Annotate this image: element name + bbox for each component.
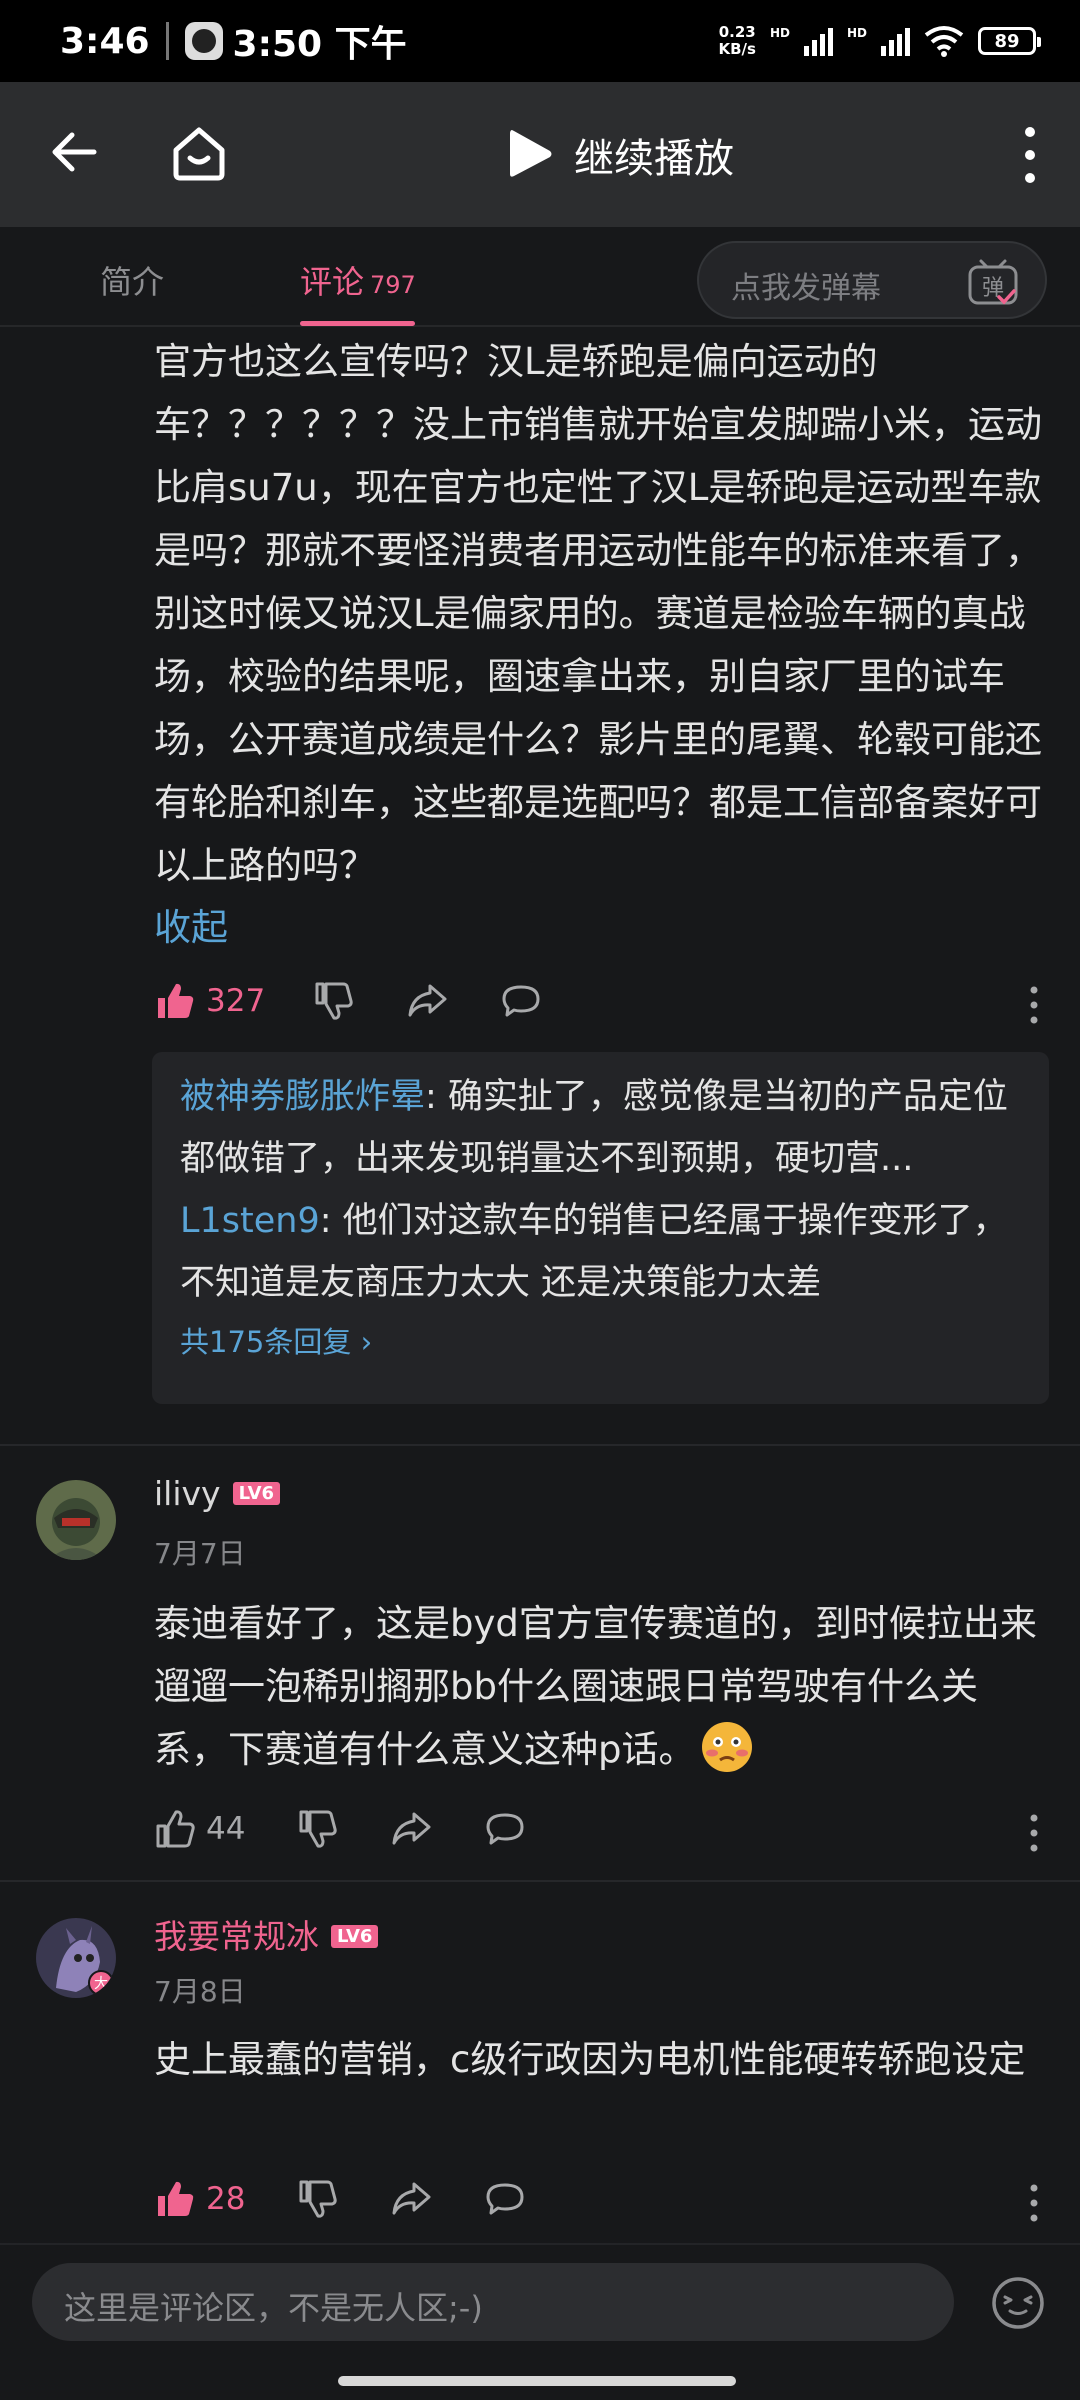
status-bar: 3:46 3:50 下午 0.23 KB/s HD HD 89 xyxy=(0,0,1080,82)
divider xyxy=(0,1880,1080,1882)
reply-button[interactable] xyxy=(484,1808,526,1850)
back-arrow-icon[interactable] xyxy=(44,122,104,182)
header-bar: 继续播放 xyxy=(0,82,1080,227)
share-icon xyxy=(408,984,447,1017)
reply-preview-box[interactable]: 被神券膨胀炸晕: 确实扯了，感觉像是当初的产品定位都做错了，出来发现销量达不到预… xyxy=(152,1052,1049,1404)
username-text: 我要常规冰 xyxy=(154,1917,319,1956)
comment-actions: 327 xyxy=(154,980,1044,1030)
reply-item[interactable]: L1sten9: 他们对这款车的销售已经属于操作变形了，不知道是友商压力太大 还… xyxy=(180,1190,1021,1314)
tab-intro[interactable]: 简介 xyxy=(100,257,164,303)
hd-icon: HD xyxy=(769,26,790,40)
share-icon xyxy=(392,1812,431,1845)
comment-bubble-icon xyxy=(502,985,540,1017)
status-indicators: 0.23 KB/s HD HD 89 xyxy=(719,24,1041,58)
thumbs-up-icon xyxy=(158,983,194,1018)
comment-username[interactable]: ilivy LV6 xyxy=(154,1474,281,1513)
comment-actions: 44 xyxy=(154,1808,1044,1858)
thumbs-down-icon xyxy=(299,2180,337,2218)
like-count: 327 xyxy=(206,983,266,1019)
thumbs-up-icon xyxy=(156,1810,195,1848)
home-indicator[interactable] xyxy=(338,2376,736,2386)
avatar[interactable]: 大 xyxy=(36,1918,116,1998)
reply-button[interactable] xyxy=(484,2178,526,2220)
comment-bubble-icon xyxy=(486,1813,524,1845)
comment-body: 史上最蠢的营销，c级行政因为电机性能硬转轿跑设定 xyxy=(154,2038,1026,2081)
signal-icon-2 xyxy=(881,26,910,56)
reply-button[interactable] xyxy=(500,980,542,1022)
danmaku-icon[interactable]: 弹 xyxy=(967,257,1019,307)
divider xyxy=(0,1444,1080,1446)
comment-input[interactable]: 这里是评论区，不是无人区;-) xyxy=(32,2263,954,2341)
like-button[interactable]: 327 xyxy=(154,980,265,1022)
comment-more-icon[interactable] xyxy=(1024,1812,1044,1854)
level-badge: LV6 xyxy=(331,1925,379,1948)
share-button[interactable] xyxy=(390,2178,432,2220)
username-text: ilivy xyxy=(154,1474,221,1513)
comment-date: 7月7日 xyxy=(154,1537,246,1570)
share-button[interactable] xyxy=(406,980,448,1022)
vip-badge-icon: 大 xyxy=(88,1970,114,1996)
tab-active-indicator xyxy=(300,321,415,326)
dislike-button[interactable] xyxy=(296,2178,338,2220)
thumbs-down-icon xyxy=(299,1810,337,1848)
share-icon xyxy=(392,2182,431,2215)
comment-username[interactable]: 我要常规冰 LV6 xyxy=(154,1910,379,1958)
comment-date: 7月8日 xyxy=(154,1975,246,2008)
comment-text: 泰迪看好了，这是byd官方宣传赛道的，到时候拉出来遛遛一泡稀别搁那bb什么圈速跟… xyxy=(154,1602,1037,1771)
emoji-icon[interactable] xyxy=(990,2275,1046,2331)
signal-icon xyxy=(803,26,833,56)
wifi-icon xyxy=(924,26,964,57)
status-time: 3:46 xyxy=(60,20,150,62)
tab-comments[interactable]: 评论 797 xyxy=(300,257,416,303)
play-icon[interactable] xyxy=(500,124,560,184)
level-badge: LV6 xyxy=(232,1482,281,1505)
comment-more-icon[interactable] xyxy=(1024,984,1044,1026)
dislike-button[interactable] xyxy=(296,1808,338,1850)
share-button[interactable] xyxy=(390,1808,432,1850)
dislike-button[interactable] xyxy=(312,980,354,1022)
like-button[interactable]: 28 xyxy=(154,2178,245,2220)
comment-body: 官方也这么宣传吗？汉L是轿跑是偏向运动的车？？？？？？没上市销售就开始宣发脚踹小… xyxy=(154,340,1042,887)
like-button[interactable]: 44 xyxy=(154,1808,245,1850)
hd-icon-2: HD xyxy=(846,26,867,40)
like-count: 28 xyxy=(206,2181,246,2217)
clock-app-icon xyxy=(184,22,223,60)
home-icon[interactable] xyxy=(168,122,230,184)
network-speed-unit: KB/s xyxy=(718,40,756,58)
comment-bubble-icon xyxy=(486,2183,524,2215)
comment-body: 泰迪看好了，这是byd官方宣传赛道的，到时候拉出来遛遛一泡稀别搁那bb什么圈速跟… xyxy=(154,1592,1044,1781)
danmaku-placeholder: 点我发弹幕 xyxy=(731,271,881,306)
tab-bar: 简介 评论 797 点我发弹幕 弹 xyxy=(0,227,1080,327)
collapse-link[interactable]: 收起 xyxy=(154,897,228,951)
reply-item[interactable]: 被神券膨胀炸晕: 确实扯了，感觉像是当初的产品定位都做错了，出来发现销量达不到预… xyxy=(180,1066,1021,1190)
comment-input-placeholder: 这里是评论区，不是无人区;-) xyxy=(64,2289,483,2327)
comment-actions: 28 xyxy=(154,2178,1044,2228)
danmaku-input[interactable]: 点我发弹幕 弹 xyxy=(697,241,1047,319)
status-separator xyxy=(165,22,169,60)
thumbs-down-icon xyxy=(315,982,353,1020)
reply-username[interactable]: L1sten9 xyxy=(180,1201,320,1241)
tab-comments-label: 评论 xyxy=(300,263,365,301)
network-speed-value: 0.23 xyxy=(718,23,756,41)
comments-count: 797 xyxy=(370,271,416,299)
comment-input-bar: 这里是评论区，不是无人区;-) xyxy=(0,2243,1080,2400)
view-all-replies-link[interactable]: 共175条回复 › xyxy=(180,1320,1021,1364)
status-clock-time: 3:50 下午 xyxy=(232,24,407,65)
battery-icon: 89 xyxy=(978,27,1041,55)
comment-more-icon[interactable] xyxy=(1024,2182,1044,2224)
avatar[interactable] xyxy=(36,1480,116,1560)
like-count: 44 xyxy=(206,1811,246,1847)
emoji-flushed-icon xyxy=(701,1722,752,1772)
more-vertical-icon[interactable] xyxy=(1010,120,1050,190)
network-speed: 0.23 KB/s xyxy=(719,24,756,58)
continue-playback-label[interactable]: 继续播放 xyxy=(574,126,734,184)
thumbs-up-icon xyxy=(158,2181,194,2216)
reply-username[interactable]: 被神券膨胀炸晕 xyxy=(180,1077,425,1117)
